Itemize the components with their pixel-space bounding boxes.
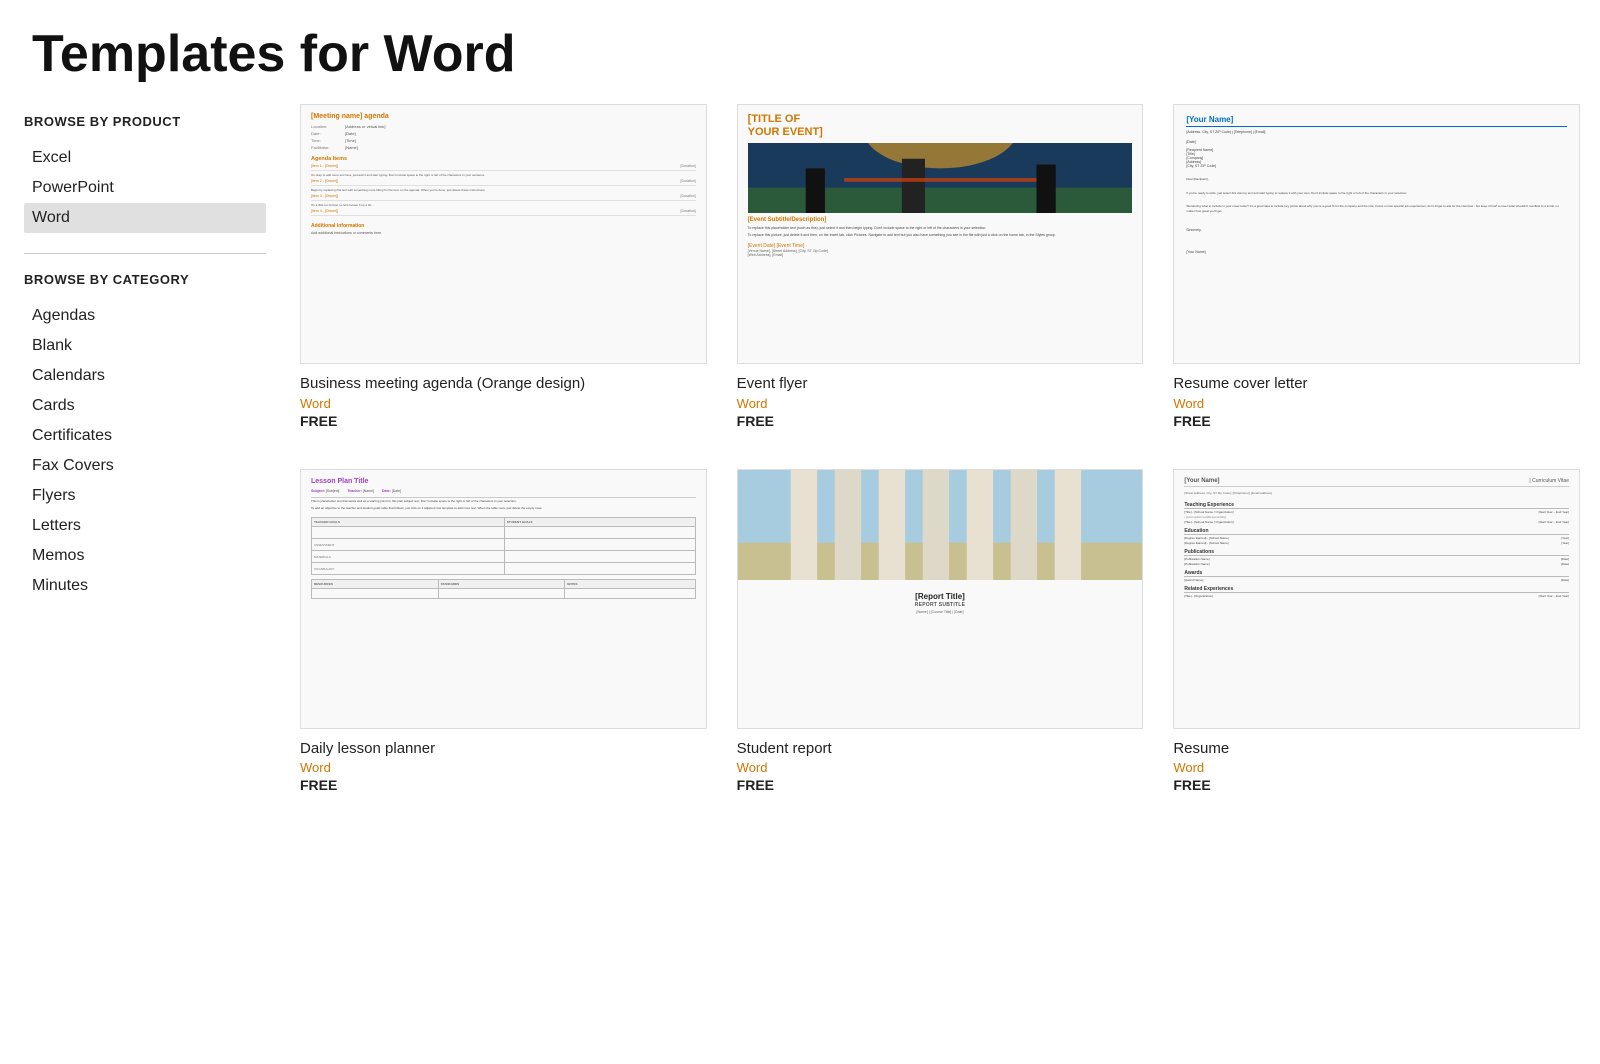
main-layout: BROWSE BY PRODUCT Excel PowerPoint Word … [0, 104, 1600, 833]
template-product-0: Word [300, 396, 707, 411]
sidebar-item-flyers[interactable]: Flyers [24, 481, 266, 511]
template-thumb-daily-lesson-planner: Lesson Plan Title Subject: [Subject] Tea… [300, 469, 707, 729]
event-img [748, 143, 1133, 213]
sidebar-divider [24, 253, 266, 254]
template-name-2: Resume cover letter [1173, 374, 1580, 394]
template-preview-resume: [Your Name] | Curriculum Vitae [Street A… [1174, 470, 1579, 728]
template-price-5: FREE [1173, 777, 1580, 793]
template-price-0: FREE [300, 413, 707, 429]
template-preview-agenda: [Meeting name] agenda Location:[Address … [301, 105, 706, 363]
template-price-2: FREE [1173, 413, 1580, 429]
template-grid: [Meeting name] agenda Location:[Address … [300, 104, 1580, 793]
template-thumb-resume-cover-letter: [Your Name] [Address, City, ST ZIP Code]… [1173, 104, 1580, 364]
template-price-4: FREE [737, 777, 1144, 793]
template-thumb-student-report: [Report Title] REPORT SUBTITLE [Name] | … [737, 469, 1144, 729]
browse-by-category-label: BROWSE BY CATEGORY [24, 272, 266, 289]
main-content: [Meeting name] agenda Location:[Address … [290, 104, 1600, 793]
template-preview-report: [Report Title] REPORT SUBTITLE [Name] | … [738, 470, 1143, 728]
page-title: Templates for Word [0, 0, 1600, 104]
template-product-3: Word [300, 760, 707, 775]
template-name-5: Resume [1173, 739, 1580, 759]
template-price-3: FREE [300, 777, 707, 793]
template-card-business-meeting-agenda[interactable]: [Meeting name] agenda Location:[Address … [300, 104, 707, 429]
template-card-daily-lesson-planner[interactable]: Lesson Plan Title Subject: [Subject] Tea… [300, 469, 707, 794]
sidebar-item-cards[interactable]: Cards [24, 391, 266, 421]
template-preview-event: [TITLE OFYOUR EVENT] [738, 105, 1143, 363]
template-product-4: Word [737, 760, 1144, 775]
sidebar-item-certificates[interactable]: Certificates [24, 421, 266, 451]
sidebar-item-minutes[interactable]: Minutes [24, 571, 266, 601]
template-name-4: Student report [737, 739, 1144, 759]
sidebar-item-fax-covers[interactable]: Fax Covers [24, 451, 266, 481]
template-card-resume[interactable]: [Your Name] | Curriculum Vitae [Street A… [1173, 469, 1580, 794]
template-name-0: Business meeting agenda (Orange design) [300, 374, 707, 394]
sidebar-item-word[interactable]: Word [24, 203, 266, 233]
browse-by-product-label: BROWSE BY PRODUCT [24, 114, 266, 131]
sidebar-item-powerpoint[interactable]: PowerPoint [24, 173, 266, 203]
sidebar-item-memos[interactable]: Memos [24, 541, 266, 571]
template-thumb-business-meeting-agenda: [Meeting name] agenda Location:[Address … [300, 104, 707, 364]
sidebar-item-blank[interactable]: Blank [24, 331, 266, 361]
template-preview-lesson: Lesson Plan Title Subject: [Subject] Tea… [301, 470, 706, 728]
template-card-resume-cover-letter[interactable]: [Your Name] [Address, City, ST ZIP Code]… [1173, 104, 1580, 429]
template-thumb-event-flyer: [TITLE OFYOUR EVENT] [737, 104, 1144, 364]
template-name-3: Daily lesson planner [300, 739, 707, 759]
template-product-5: Word [1173, 760, 1580, 775]
template-name-1: Event flyer [737, 374, 1144, 394]
template-preview-cover-letter: [Your Name] [Address, City, ST ZIP Code]… [1174, 105, 1579, 363]
product-list: Excel PowerPoint Word [24, 143, 266, 233]
sidebar-item-letters[interactable]: Letters [24, 511, 266, 541]
sidebar-item-agendas[interactable]: Agendas [24, 301, 266, 331]
template-thumb-resume: [Your Name] | Curriculum Vitae [Street A… [1173, 469, 1580, 729]
template-price-1: FREE [737, 413, 1144, 429]
report-image [738, 470, 1143, 580]
sidebar-item-excel[interactable]: Excel [24, 143, 266, 173]
category-list: Agendas Blank Calendars Cards Certificat… [24, 301, 266, 601]
template-product-2: Word [1173, 396, 1580, 411]
template-product-1: Word [737, 396, 1144, 411]
sidebar-item-calendars[interactable]: Calendars [24, 361, 266, 391]
template-card-student-report[interactable]: [Report Title] REPORT SUBTITLE [Name] | … [737, 469, 1144, 794]
sidebar: BROWSE BY PRODUCT Excel PowerPoint Word … [0, 104, 290, 793]
template-card-event-flyer[interactable]: [TITLE OFYOUR EVENT] [737, 104, 1144, 429]
